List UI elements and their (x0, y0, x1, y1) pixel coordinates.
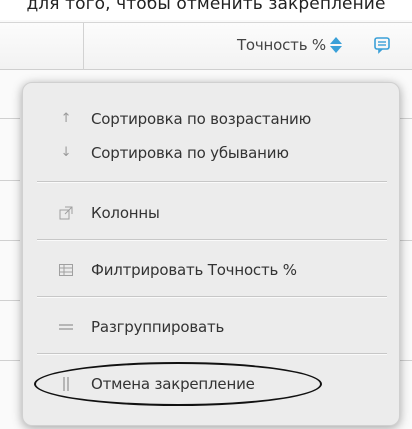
grid-row-line (0, 300, 20, 301)
menu-item-filter[interactable]: Филтрировать Точность % (23, 258, 399, 284)
highlight-annotation-oval (34, 362, 322, 406)
column-menu-icon[interactable] (373, 36, 391, 54)
menu-item-label: Разгруппировать (91, 318, 225, 336)
menu-item-sort-asc[interactable]: ↑ Сортировка по возрастанию (23, 107, 399, 133)
menu-item-label: Филтрировать Точность % (91, 261, 297, 279)
grid-row-line (0, 240, 20, 241)
grid-header-row: Точность % (0, 22, 412, 70)
menu-item-label: Сортировка по убыванию (91, 144, 289, 162)
grid-row-line (0, 360, 20, 361)
menu-divider (37, 353, 387, 354)
ungroup-icon (59, 317, 73, 337)
arrow-up-icon: ↑ (60, 111, 72, 126)
column-separator (83, 23, 84, 70)
grid-row-line (0, 180, 20, 181)
menu-item-ungroup[interactable]: Разгруппировать (23, 315, 399, 341)
column-header-label[interactable]: Точность % (237, 36, 326, 54)
grid-row-line (0, 118, 20, 119)
instruction-caption: для того, чтобы отменить закрепление (26, 0, 386, 14)
menu-item-label: Сортировка по возрастанию (91, 110, 312, 128)
filter-icon (59, 260, 73, 280)
sort-arrows-icon[interactable] (330, 37, 342, 55)
menu-item-label: Колонны (91, 204, 160, 222)
menu-item-sort-desc[interactable]: ↓ Сортировка по убыванию (23, 141, 399, 167)
columns-icon (59, 203, 73, 223)
menu-divider (37, 239, 387, 240)
menu-divider (37, 296, 387, 297)
menu-item-columns[interactable]: Колонны (23, 201, 399, 227)
arrow-down-icon: ↓ (60, 145, 72, 160)
menu-divider (37, 181, 387, 182)
